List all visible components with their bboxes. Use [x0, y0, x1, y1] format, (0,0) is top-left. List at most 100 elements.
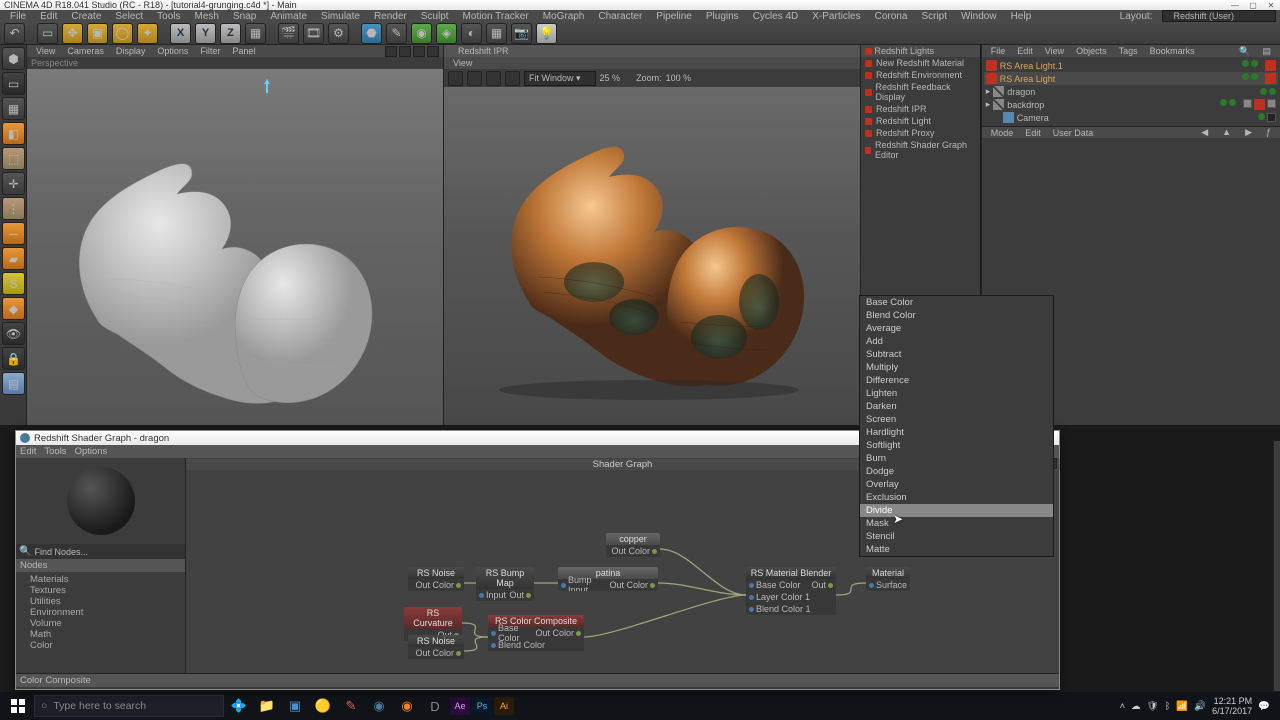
taskbar-search[interactable]: ○Type here to search [34, 695, 224, 717]
lock-button[interactable]: 🔒 [2, 347, 25, 370]
taskbar-app-icon[interactable]: ✎ [338, 694, 364, 718]
ren-dot-icon[interactable] [1251, 60, 1258, 67]
vp1-cameras[interactable]: Cameras [62, 46, 109, 56]
om-edit[interactable]: Edit [1012, 46, 1038, 56]
blend-option-overlay[interactable]: Overlay [860, 478, 1053, 491]
tree-math[interactable]: Math [22, 629, 179, 640]
om-tags[interactable]: Tags [1114, 46, 1143, 56]
blend-option-stencil[interactable]: Stencil [860, 530, 1053, 543]
main-menubar[interactable]: File Edit Create Select Tools Mesh Snap … [0, 10, 1280, 22]
point-mode-button[interactable]: ⋮ [2, 197, 25, 220]
tray-bt-icon[interactable]: ᛒ [1165, 701, 1171, 712]
menu-cycles4d[interactable]: Cycles 4D [747, 11, 805, 22]
x-axis-button[interactable]: X [170, 23, 191, 44]
tray-shield-icon[interactable]: 🛡 [1147, 701, 1159, 712]
menu-animate[interactable]: Animate [264, 11, 313, 22]
ipr-fit-select[interactable]: Fit Window ▾ [524, 71, 596, 86]
tree-environment[interactable]: Environment [22, 607, 179, 618]
rs-menu-head[interactable]: Redshift Lights [875, 46, 935, 56]
nav-max-icon[interactable] [427, 46, 439, 57]
sw-edit[interactable]: Edit [20, 446, 36, 457]
tag-icon[interactable] [1267, 99, 1276, 108]
graph-node-patina[interactable]: patinaBump InputOut Color [558, 567, 658, 591]
blend-option-darken[interactable]: Darken [860, 400, 1053, 413]
object-row-backdrop[interactable]: ▸backdrop [984, 98, 1278, 111]
vp1-options[interactable]: Options [152, 46, 193, 56]
taskbar-houdini-icon[interactable]: ◉ [394, 694, 420, 718]
menu-pipeline[interactable]: Pipeline [650, 11, 698, 22]
blend-mode-dropdown[interactable]: Base ColorBlend ColorAverageAddSubtractM… [859, 295, 1054, 557]
cube-primitive-button[interactable]: ⬣ [361, 23, 382, 44]
object-row-arealight[interactable]: RS Area Light [984, 72, 1278, 85]
blend-option-lighten[interactable]: Lighten [860, 387, 1053, 400]
render-settings-button[interactable]: ⚙ [328, 23, 349, 44]
blend-option-matte[interactable]: Matte [860, 543, 1053, 556]
rotate-button[interactable]: ◯ [112, 23, 133, 44]
menu-script[interactable]: Script [915, 11, 953, 22]
tree-volume[interactable]: Volume [22, 618, 179, 629]
om-bookmarks[interactable]: Bookmarks [1145, 46, 1200, 56]
task-view-button[interactable]: 💠 [226, 694, 252, 718]
vis-dot-icon[interactable] [1242, 60, 1249, 67]
snap-button[interactable]: ▤ [2, 372, 25, 395]
viewcam-icon[interactable] [1267, 113, 1276, 122]
sw-tools[interactable]: Tools [44, 446, 66, 457]
coord-button[interactable]: ▦ [245, 23, 266, 44]
tray-cloud-icon[interactable]: ☁ [1131, 701, 1141, 712]
viewport-ipr[interactable]: Redshift IPR View Fit Window ▾ 25 % Zoom… [444, 45, 860, 425]
menu-simulate[interactable]: Simulate [315, 11, 366, 22]
render-view-button[interactable]: 🎬 [278, 23, 299, 44]
blend-option-difference[interactable]: Difference [860, 374, 1053, 387]
om-objects[interactable]: Objects [1071, 46, 1112, 56]
menu-help[interactable]: Help [1005, 11, 1038, 22]
am-back-icon[interactable]: ◀ [1196, 127, 1213, 138]
taskbar-ae-icon[interactable]: Ae [450, 697, 470, 715]
vis-dot-icon[interactable] [1220, 99, 1227, 106]
move-button[interactable]: ✥ [62, 23, 83, 44]
deformer-button[interactable]: ◐ [461, 23, 482, 44]
rs-item-proxy[interactable]: Redshift Proxy [861, 127, 980, 139]
render-pv-button[interactable]: 🎞 [303, 23, 324, 44]
taskbar-c4d-icon[interactable]: ◉ [366, 694, 392, 718]
blend-option-base-color[interactable]: Base Color [860, 296, 1053, 309]
taskbar-ps-icon[interactable]: Ps [472, 697, 492, 715]
ipr-toolbar[interactable]: Fit Window ▾ 25 % Zoom: 100 % [444, 69, 860, 87]
rs-item-feedback[interactable]: Redshift Feedback Display [861, 81, 980, 103]
ipr-region-button[interactable] [486, 71, 501, 86]
menu-window[interactable]: Window [955, 11, 1003, 22]
blend-option-exclusion[interactable]: Exclusion [860, 491, 1053, 504]
model-mode-button[interactable]: ▭ [2, 72, 25, 95]
tag-icon[interactable] [1254, 99, 1265, 110]
rs-item-env[interactable]: Redshift Environment [861, 69, 980, 81]
nav-zoom-icon[interactable] [399, 46, 411, 57]
om-filter-icon[interactable]: ▤ [1257, 46, 1276, 57]
menu-plugins[interactable]: Plugins [700, 11, 745, 22]
taskbar-clock[interactable]: 12:21 PM6/17/2017 [1212, 696, 1252, 716]
am-up-icon[interactable]: ▲ [1217, 127, 1236, 138]
rs-item-shadergraph[interactable]: Redshift Shader Graph Editor [861, 139, 980, 161]
tag-icon[interactable] [1243, 99, 1252, 108]
blend-option-blend-color[interactable]: Blend Color [860, 309, 1053, 322]
generator-button[interactable]: ◈ [436, 23, 457, 44]
ipr-canvas[interactable] [444, 87, 860, 425]
tree-color[interactable]: Color [22, 640, 179, 651]
live-select-button[interactable]: ▭ [37, 23, 58, 44]
windows-taskbar[interactable]: ○Type here to search 💠 📁 ▣ 🟡 ✎ ◉ ◉ D Ae … [0, 692, 1280, 720]
taskbar-explorer-icon[interactable]: 📁 [254, 694, 280, 718]
am-fwd-icon[interactable]: ▶ [1240, 127, 1257, 138]
attribute-manager-menubar[interactable]: Mode Edit User Data ◀▲▶ƒ [982, 126, 1280, 138]
environment-button[interactable]: ▦ [486, 23, 507, 44]
start-button[interactable] [4, 694, 32, 718]
blend-option-softlight[interactable]: Softlight [860, 439, 1053, 452]
graph-node-rscolor[interactable]: RS Color CompositeBase ColorOut ColorBle… [488, 615, 584, 651]
last-tool-button[interactable]: ✦ [137, 23, 158, 44]
menu-select[interactable]: Select [109, 11, 149, 22]
vp1-view[interactable]: View [31, 46, 60, 56]
scrollbar[interactable] [1273, 441, 1280, 691]
tray-notifications-icon[interactable]: 💬 [1258, 701, 1270, 712]
workplane-button[interactable]: ◧ [2, 122, 25, 145]
menu-mesh[interactable]: Mesh [189, 11, 225, 22]
menu-create[interactable]: Create [65, 11, 107, 22]
object-row-dragon[interactable]: ▸dragon [984, 85, 1278, 98]
viewport-perspective[interactable]: View Cameras Display Options Filter Pane… [27, 45, 443, 425]
